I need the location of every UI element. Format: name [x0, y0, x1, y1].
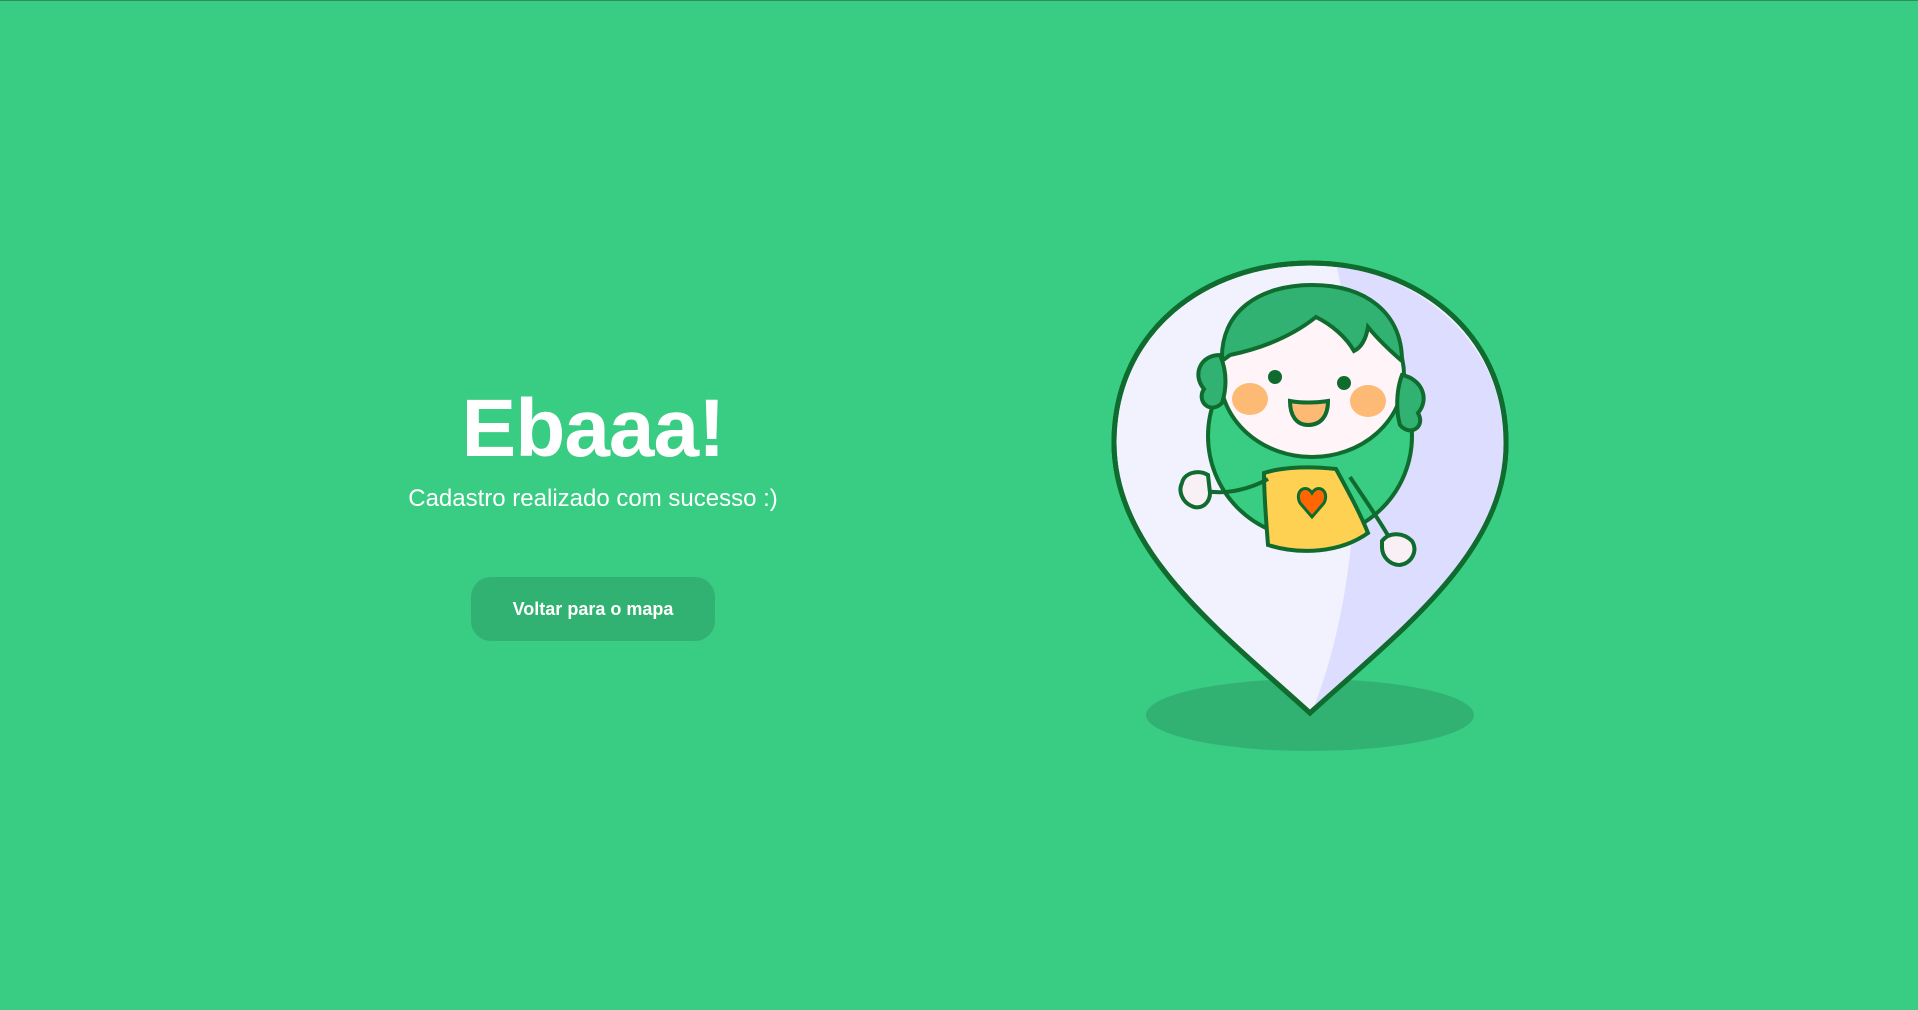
- success-page: Ebaaa! Cadastro realizado com sucesso :)…: [0, 0, 1918, 1010]
- back-to-map-button[interactable]: Voltar para o mapa: [471, 577, 715, 641]
- success-content: Ebaaa! Cadastro realizado com sucesso :)…: [390, 381, 796, 641]
- mouth: [1287, 398, 1331, 428]
- right-hand-icon: [1380, 532, 1417, 568]
- left-hand-icon: [1178, 470, 1213, 510]
- left-eye: [1268, 370, 1282, 384]
- success-message: Cadastro realizado com sucesso :): [408, 485, 778, 512]
- page-title: Ebaaa!: [461, 383, 726, 474]
- right-eye: [1337, 376, 1351, 390]
- map-pin-illustration: [1111, 260, 1509, 751]
